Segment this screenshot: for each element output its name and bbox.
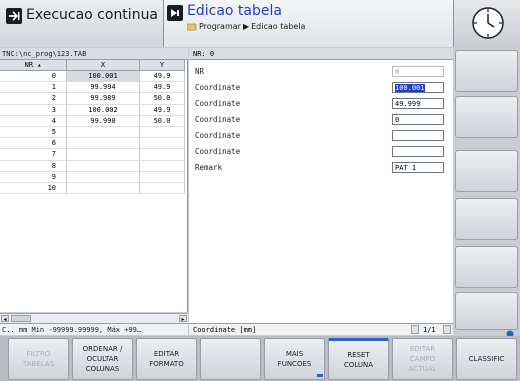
folder-icon xyxy=(187,23,197,30)
table-view[interactable]: NR ▴ X Y 0 100.001 49.9 1 99.994 49.9 2 99.98… xyxy=(0,60,188,312)
softkey-filter-tables[interactable]: FILTRO TABELAS xyxy=(8,338,69,380)
field-nr: 0 xyxy=(392,66,444,77)
table-edit-icon xyxy=(167,5,183,21)
form-header: NR: 0 xyxy=(189,48,453,60)
vertical-softkey-5[interactable] xyxy=(455,246,518,288)
mode-title: Execucao continua xyxy=(26,7,159,23)
table-row[interactable]: 3 100.002 49.9 xyxy=(0,104,185,116)
table-row[interactable]: 5 xyxy=(0,126,185,139)
clock-icon xyxy=(472,7,504,39)
vertical-softkey-4[interactable] xyxy=(455,198,518,240)
clock-panel xyxy=(453,0,520,47)
scrollbar-thumb[interactable] xyxy=(11,315,31,322)
vertical-softkey-6[interactable] xyxy=(455,292,518,330)
field-coord4[interactable] xyxy=(392,130,444,141)
program-run-icon xyxy=(6,8,22,24)
field-coord5[interactable] xyxy=(392,146,444,157)
scroll-left-icon[interactable]: ◂ xyxy=(1,315,9,323)
softkey-more-functions[interactable]: MAIS FUNCOES xyxy=(264,338,325,380)
vertical-softkey-1[interactable] xyxy=(455,50,518,92)
col-header-nr[interactable]: NR ▴ xyxy=(0,60,67,71)
horizontal-scrollbar[interactable]: ◂ ▸ xyxy=(0,313,188,323)
page-prev-button[interactable] xyxy=(411,325,419,334)
table-row[interactable]: 4 99.990 50.0 xyxy=(0,115,185,127)
field-label-nr: NR xyxy=(195,67,205,76)
table-status: C.. mm Min -99999.99999, Máx +99… xyxy=(0,323,188,335)
softkey-sort-hide-columns[interactable]: ORDENAR / OCULTAR COLUNAS xyxy=(72,338,133,380)
col-header-x[interactable]: X xyxy=(66,60,140,71)
table-row[interactable]: 6 xyxy=(0,137,185,150)
col-header-y[interactable]: Y xyxy=(139,60,185,71)
table-row[interactable]: 10 xyxy=(0,182,185,195)
field-label-z: Coordinate xyxy=(195,115,241,124)
field-remark[interactable]: PAT 1 xyxy=(392,162,444,173)
breadcrumb-arrow-icon: ▶ xyxy=(242,22,250,31)
softkey-classific[interactable]: CLASSIFIC xyxy=(456,338,517,380)
sub-mode-title: Edicao tabela xyxy=(187,3,282,19)
softkey-edit-current-field[interactable]: EDITAR CAMPO ACTUAL xyxy=(392,338,453,380)
form-status: Coordinate [mm] 1/1 xyxy=(189,323,453,335)
softkey-reset-column[interactable]: RESET COLUNA xyxy=(328,338,389,380)
field-label-x: Coordinate xyxy=(195,83,241,92)
breadcrumb: Programar ▶ Edicao tabela xyxy=(187,22,305,31)
table-row[interactable]: 1 99.994 49.9 xyxy=(0,81,185,94)
field-label-coord5: Coordinate xyxy=(195,147,241,156)
scroll-right-icon[interactable]: ▸ xyxy=(179,315,187,323)
submenu-indicator-icon xyxy=(317,374,323,377)
field-label-y: Coordinate xyxy=(195,99,241,108)
table-path: TNC:\nc_prog\123.TAB xyxy=(0,48,188,60)
softkey-empty[interactable] xyxy=(200,338,261,380)
table-row[interactable]: 9 xyxy=(0,171,185,183)
field-z[interactable]: 0 xyxy=(392,114,444,125)
field-unit-text: Coordinate [mm] xyxy=(193,326,257,334)
softkey-edit-format[interactable]: EDITAR FORMATO xyxy=(136,338,197,380)
breadcrumb-b: Edicao tabela xyxy=(251,22,306,31)
table-row[interactable]: 8 xyxy=(0,160,185,172)
field-x[interactable]: 100.001 xyxy=(392,82,444,93)
table-row[interactable]: 2 99.989 50.0 xyxy=(0,92,185,105)
field-y[interactable]: 49.999 xyxy=(392,98,444,109)
breadcrumb-a: Programar xyxy=(199,22,241,31)
form-view: NR 0 Coordinate 100.001 Coordinate 49.99… xyxy=(189,60,453,323)
table-row[interactable]: 7 xyxy=(0,148,185,161)
field-label-coord4: Coordinate xyxy=(195,131,241,140)
vertical-softkey-3[interactable] xyxy=(455,150,518,192)
page-next-button[interactable] xyxy=(443,325,451,334)
table-row[interactable]: 0 100.001 49.9 xyxy=(0,70,185,83)
field-label-remark: Remark xyxy=(195,163,223,172)
page-indicator: 1/1 xyxy=(423,326,436,334)
vertical-softkey-2[interactable] xyxy=(455,96,518,138)
